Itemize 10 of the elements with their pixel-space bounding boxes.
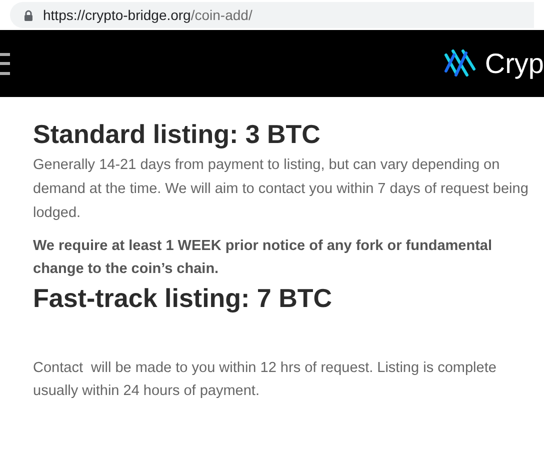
notice-paragraph: We require at least 1 WEEK prior notice of any fork or fundamental change to the coin’s chain.	[33, 237, 493, 279]
url-text: https://crypto-bridge.org/coin-add/	[43, 6, 252, 25]
lock-icon	[24, 10, 33, 20]
address-bar[interactable]: https://crypto-bridge.org/coin-add/	[10, 2, 534, 28]
section-heading: Standard listing: 3 BTC	[33, 118, 322, 151]
paragraph: Contact will be made to you within 12 hrs of request. Listing is complete usually within 24 hours of payment.	[33, 359, 498, 401]
section-heading: Fast-track listing: 7 BTC	[33, 282, 334, 315]
paragraph: Generally 14-21 days from payment to listing, but can vary depending on demand at the time. We will aim to contact you within 7 days of request being lodged.	[33, 156, 530, 223]
menu-icon[interactable]	[0, 52, 10, 76]
logo-text: Cryp	[484, 50, 544, 78]
